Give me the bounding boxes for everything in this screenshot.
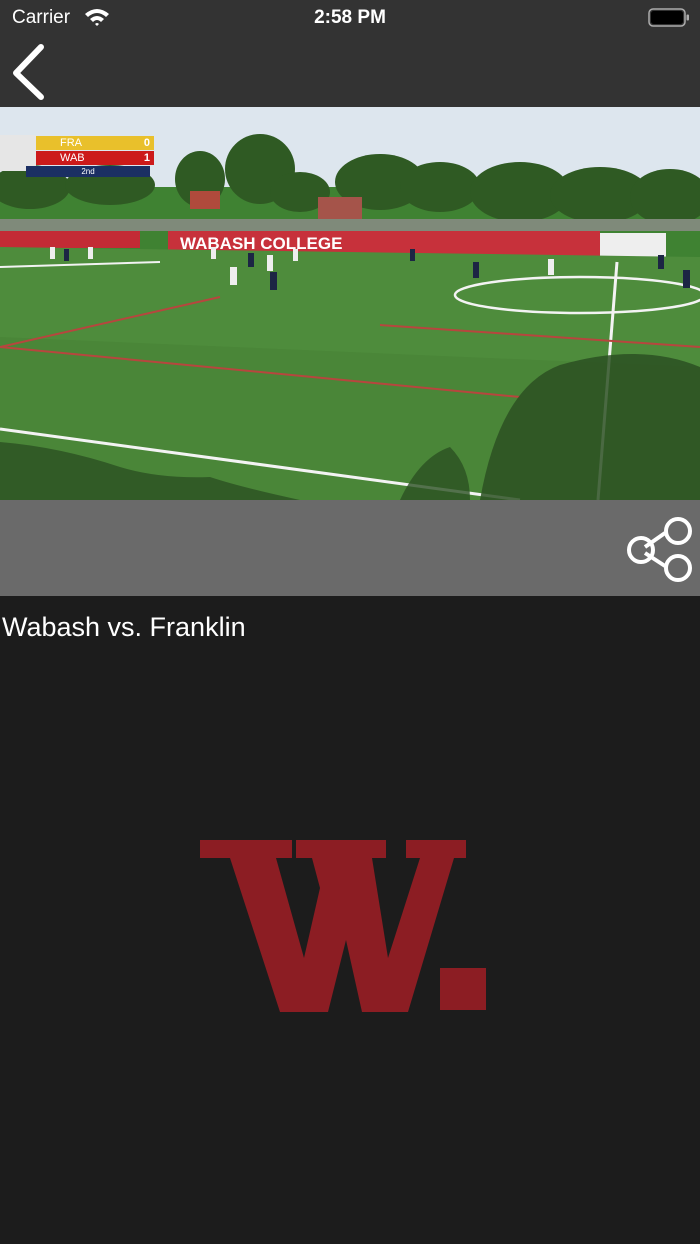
back-button[interactable] bbox=[6, 40, 52, 100]
scorebug: FRA 0 WAB 1 2nd bbox=[0, 135, 155, 183]
video-player[interactable]: WABASH COLLEGE FRA 0 WAB 1 2nd bbox=[0, 107, 700, 500]
share-button[interactable] bbox=[624, 514, 696, 584]
scorebug-home-row: FRA 0 bbox=[36, 136, 154, 150]
chevron-left-icon bbox=[13, 44, 44, 100]
video-title: Wabash vs. Franklin bbox=[2, 612, 246, 642]
action-bar bbox=[0, 500, 700, 596]
battery-icon bbox=[648, 8, 689, 27]
status-bar: Carrier 2:58 PM bbox=[0, 0, 700, 36]
wabash-w-logo bbox=[200, 840, 486, 1012]
scorebug-away-row: WAB 1 bbox=[36, 151, 154, 165]
away-score: 1 bbox=[143, 152, 150, 164]
period-label: 2nd bbox=[26, 166, 150, 177]
home-score: 0 bbox=[143, 137, 150, 149]
navigation-bar bbox=[0, 36, 700, 107]
status-time: 2:58 PM bbox=[314, 7, 386, 28]
away-team-label: WAB bbox=[60, 152, 85, 164]
share-icon bbox=[627, 517, 692, 582]
home-team-label: FRA bbox=[60, 137, 82, 149]
